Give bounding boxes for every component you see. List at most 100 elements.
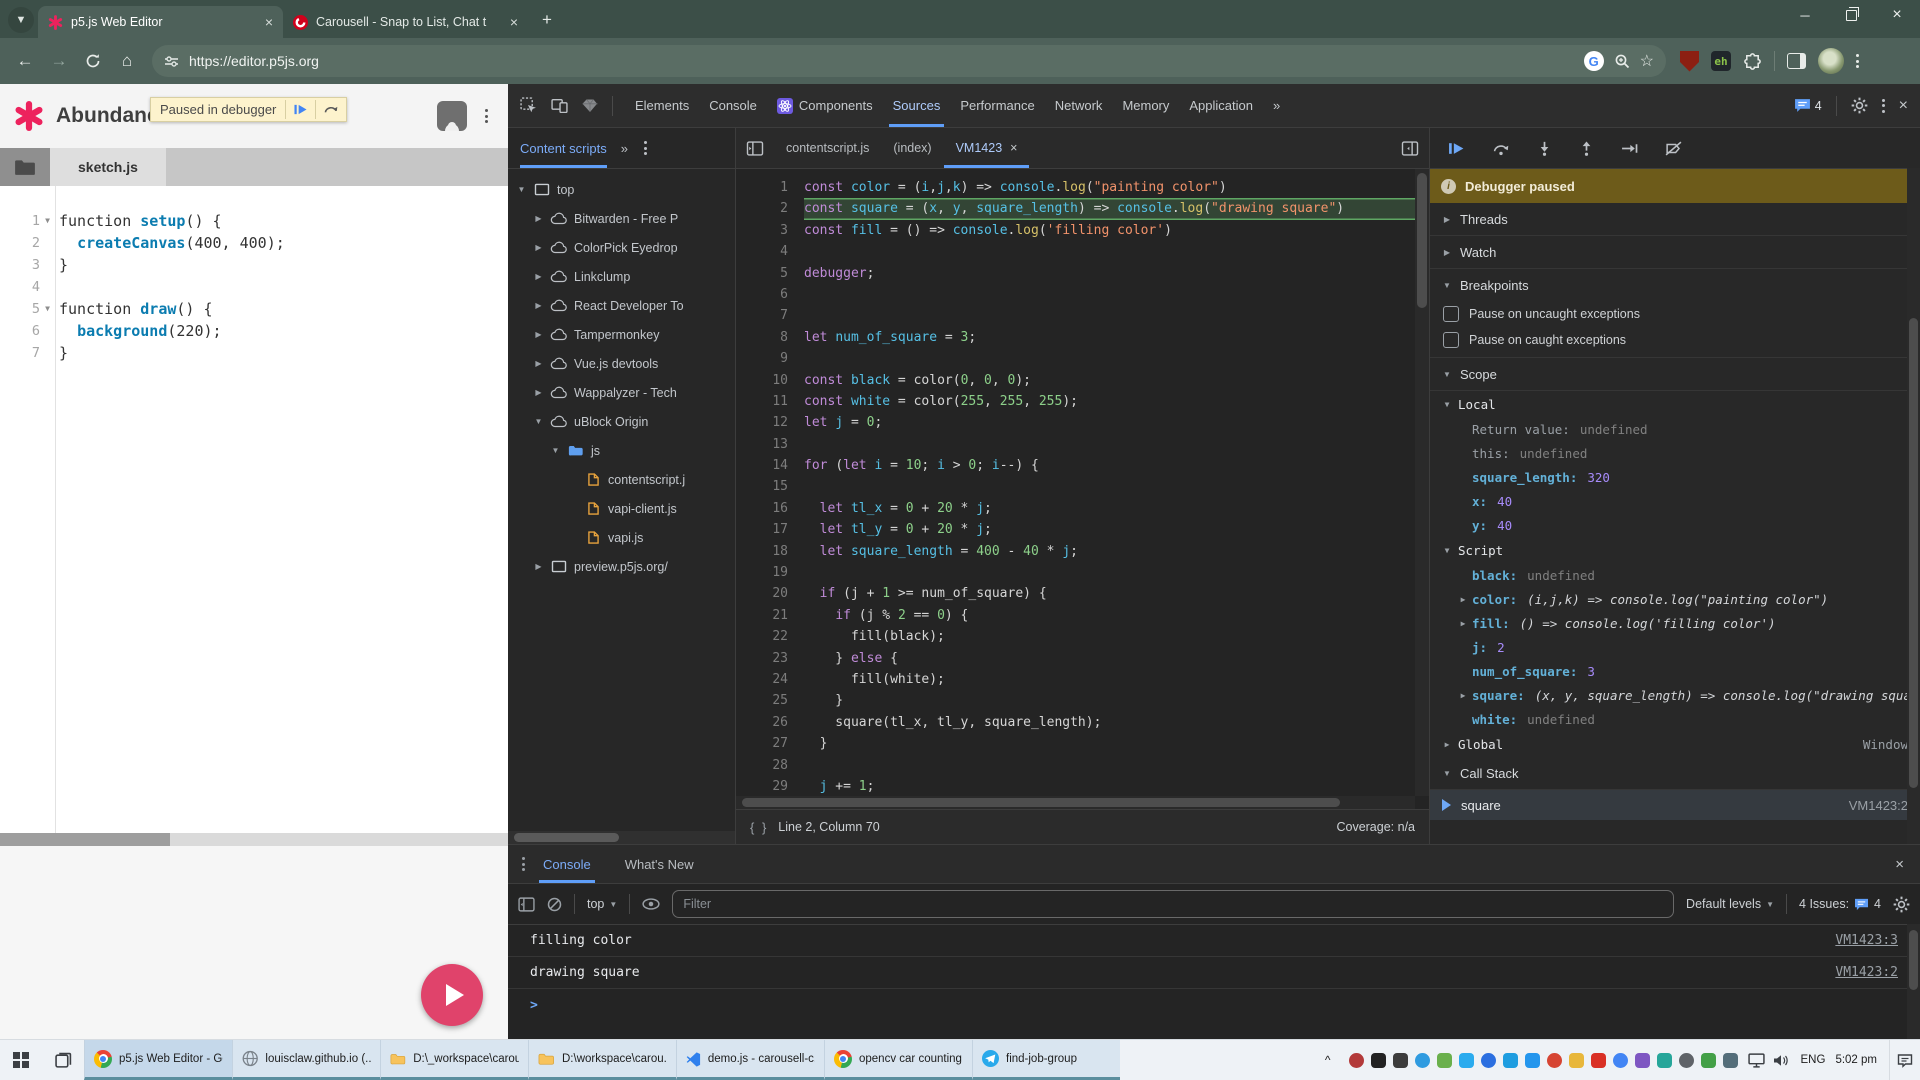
editor-vertical-scrollbar[interactable] [1415,169,1429,796]
line-number[interactable]: 7 [0,342,40,364]
resume-script-icon[interactable] [1448,141,1465,156]
section-scope[interactable]: ▼Scope [1430,358,1920,391]
devtools-menu-icon[interactable] [1882,99,1885,113]
file-tab-index[interactable]: (index) [881,128,943,168]
taskbar-app-6[interactable]: opencv car counting |... [824,1040,972,1080]
browser-menu-icon[interactable] [1856,54,1859,68]
line-number[interactable]: 4 [0,276,40,298]
tree-item[interactable]: contentscript.j [508,465,735,494]
console-sidebar-icon[interactable] [518,897,535,912]
google-icon[interactable]: G [1584,51,1604,71]
line-number[interactable]: 15 [736,476,804,497]
tab-elements[interactable]: Elements [625,84,699,127]
line-number[interactable]: 4 [736,241,804,262]
tray-icon-9[interactable] [1525,1053,1540,1068]
bookmark-star-icon[interactable]: ☆ [1640,51,1654,71]
tab-network[interactable]: Network [1045,84,1113,127]
tree-horizontal-scrollbar[interactable] [508,831,735,844]
line-number[interactable]: 8 [736,327,804,348]
live-expression-eye-icon[interactable] [642,898,660,910]
scrollbar-thumb[interactable] [1417,173,1427,308]
chevron-right-icon[interactable]: ▶ [533,330,544,339]
step-icon[interactable] [1621,141,1638,156]
issues-button[interactable]: 4 [1794,98,1822,113]
p5-horizontal-scrollbar[interactable] [0,833,508,846]
line-number[interactable]: 22 [736,626,804,647]
drawer-menu-icon[interactable] [522,857,525,871]
line-number[interactable]: 25 [736,690,804,711]
navigator-more-tabs-icon[interactable]: » [621,141,628,156]
device-toolbar-icon[interactable] [551,98,568,113]
tab-memory[interactable]: Memory [1112,84,1179,127]
tree-item[interactable]: ▼top [508,175,735,204]
line-number[interactable]: 20 [736,583,804,604]
action-center-button[interactable] [1889,1040,1920,1080]
scope-variable[interactable]: this:undefined [1430,441,1920,465]
section-call-stack[interactable]: ▼Call Stack [1430,757,1920,790]
context-selector[interactable]: top▼ [587,897,617,911]
console-prompt[interactable]: > [508,989,1920,1022]
line-number[interactable]: 13 [736,434,804,455]
line-number[interactable]: 18 [736,541,804,562]
checkbox-icon[interactable] [1443,306,1459,322]
clock[interactable]: 5:02 pm [1835,1054,1877,1066]
sidebar-scrollbar[interactable] [1907,168,1920,844]
p5js-logo[interactable] [14,101,44,131]
inspect-element-icon[interactable] [520,97,537,114]
url-text[interactable]: https://editor.p5js.org [189,53,1574,69]
drawer-tab-whats-new[interactable]: What's New [621,845,698,883]
drawer-tab-console[interactable]: Console [539,845,595,883]
back-button[interactable]: ← [10,46,40,76]
scope-variable[interactable]: ▶color:(i,j,k) => console.log("painting … [1430,587,1920,611]
forward-button[interactable]: → [44,46,74,76]
tray-expand-chevron[interactable]: ^ [1325,1053,1331,1067]
scrollbar-thumb[interactable] [1909,318,1918,788]
tab-components[interactable]: Components [767,84,883,127]
deactivate-breakpoints-icon[interactable] [1665,141,1682,156]
line-number[interactable]: 10 [736,370,804,391]
tree-item[interactable]: ▶preview.p5js.org/ [508,552,735,581]
scope-variable[interactable]: black:undefined [1430,563,1920,587]
scope-section-global[interactable]: ▶GlobalWindow [1430,731,1920,757]
chevron-right-icon[interactable]: ▶ [1458,619,1468,628]
language-indicator[interactable]: ENG [1801,1054,1826,1066]
settings-gear-icon[interactable] [1851,97,1868,114]
line-number[interactable]: 17 [736,519,804,540]
default-levels-dropdown[interactable]: Default levels▼ [1686,897,1774,911]
tray-icon-5[interactable] [1437,1053,1452,1068]
drawer-close-icon[interactable]: × [1879,856,1920,873]
tree-item[interactable]: ▶Vue.js devtools [508,349,735,378]
tree-item[interactable]: ▶ColorPick Eyedrop [508,233,735,262]
tree-item[interactable]: ▼js [508,436,735,465]
extensions-puzzle-icon[interactable] [1743,52,1762,71]
side-panel-icon[interactable] [1787,53,1806,69]
line-number[interactable]: 11 [736,391,804,412]
line-number[interactable]: 6 [736,284,804,305]
line-number[interactable]: 29 [736,776,804,797]
more-tabs-button[interactable]: » [1263,84,1290,127]
line-number[interactable]: 9 [736,348,804,369]
console-log-row[interactable]: filling colorVM1423:3 [508,925,1920,957]
console-scrollbar[interactable] [1907,924,1920,1040]
line-number[interactable]: 1 [736,177,804,198]
scrollbar-thumb[interactable] [1909,930,1918,990]
tab-close-icon[interactable]: × [510,14,518,30]
tree-item[interactable]: vapi-client.js [508,494,735,523]
browser-tab-carousell[interactable]: Carousell - Snap to List, Chat t × [283,6,528,38]
chevron-right-icon[interactable]: ▶ [1458,691,1468,700]
chevron-down-icon[interactable]: ▼ [1442,400,1452,409]
tray-icon-1[interactable] [1349,1053,1364,1068]
step-over-icon[interactable] [1492,141,1510,156]
tray-icon-4[interactable] [1415,1053,1430,1068]
line-number[interactable]: 7 [736,305,804,326]
line-number[interactable]: 23 [736,648,804,669]
chevron-down-icon[interactable]: ▼ [550,446,561,455]
chevron-down-icon[interactable]: ▼ [1442,546,1452,555]
tree-item[interactable]: ▶Bitwarden - Free P [508,204,735,233]
line-number[interactable]: 14 [736,455,804,476]
volume-icon[interactable] [1773,1054,1789,1067]
fold-arrow-icon[interactable]: ▼ [40,210,55,232]
chevron-right-icon[interactable]: ▶ [1458,595,1468,604]
line-number[interactable]: 3 [0,254,40,276]
console-settings-gear-icon[interactable] [1893,896,1910,913]
